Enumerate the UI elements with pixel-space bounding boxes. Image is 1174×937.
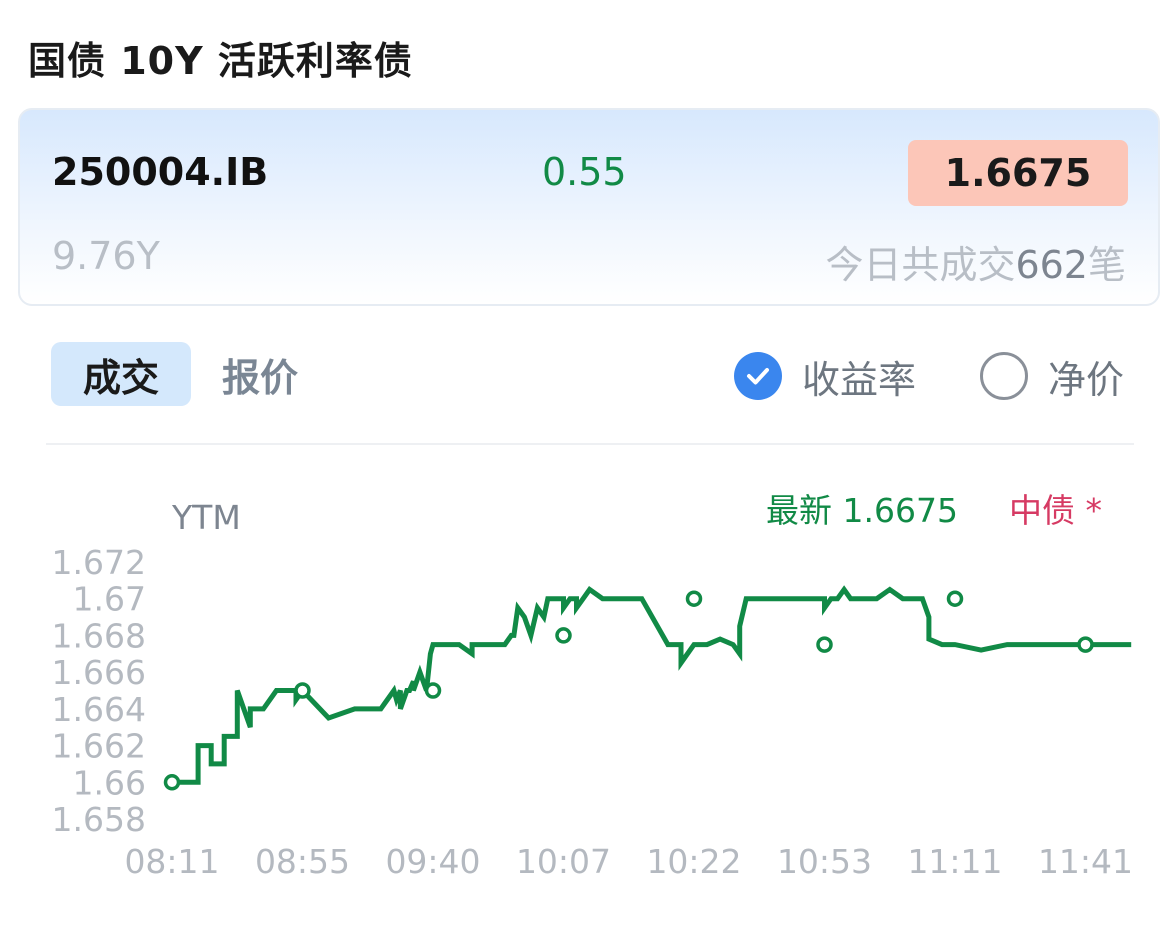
y-tick-label: 1.66 [73,763,146,802]
x-tick-label: 10:53 [777,842,872,881]
series-point-marker[interactable] [685,590,703,607]
series-point-marker[interactable] [946,590,964,607]
y-tick-label: 1.672 [52,543,146,582]
y-tick-label: 1.666 [52,653,146,692]
x-tick-label: 10:07 [516,842,611,881]
series-point-marker[interactable] [424,682,442,699]
x-tick-label: 10:22 [646,842,741,881]
x-tick-label: 11:41 [1038,842,1133,881]
x-tick-label: 08:11 [124,842,219,881]
yield-chart: YTM 最新 1.6675 中债 * 1.6721.671.6681.6661.… [52,491,1134,881]
series-point-marker[interactable] [555,627,572,644]
x-tick-label: 09:40 [385,842,480,881]
x-tick-label: 11:11 [907,842,1002,881]
y-tick-label: 1.67 [73,580,146,619]
y-tick-label: 1.662 [52,727,146,766]
series-point-marker[interactable] [1077,636,1094,653]
series-point-marker[interactable] [294,682,311,699]
y-tick-label: 1.668 [52,616,146,655]
series-point-marker[interactable] [163,774,181,791]
x-tick-label: 08:55 [255,842,350,881]
latest-yield-label: 最新 1.6675 [766,491,958,530]
yield-series-line [172,585,1132,785]
y-tick-label: 1.664 [52,690,146,729]
y-tick-label: 1.658 [52,800,146,839]
zhongzhai-legend: 中债 * [1009,491,1102,530]
series-point-marker[interactable] [816,636,833,653]
y-axis-label: YTM [171,498,241,537]
